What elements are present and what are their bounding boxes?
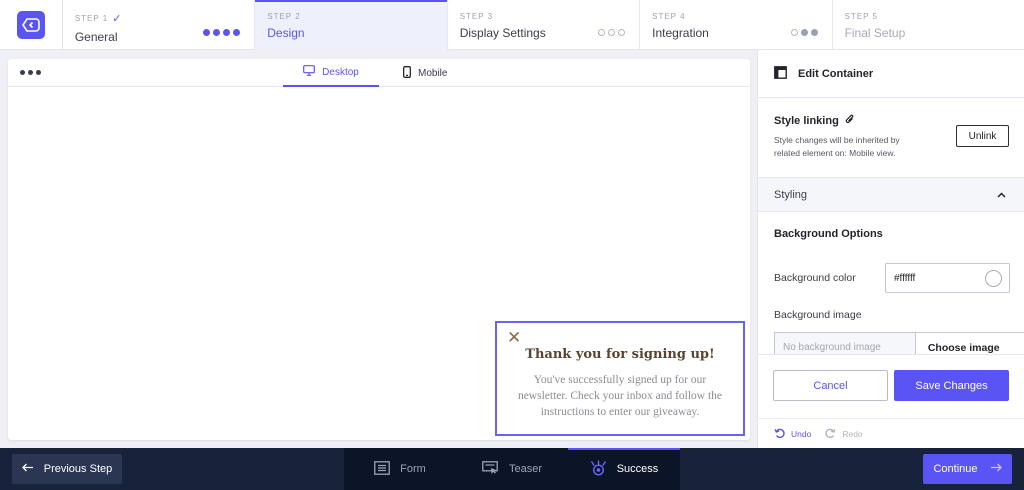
success-popup[interactable]: ✕ Thank you for signing up! You've succe… (495, 321, 745, 436)
background-image-row: No background image Choose image (774, 332, 1024, 354)
progress-dot (233, 29, 241, 36)
desktop-icon (303, 65, 316, 79)
preview-toolbar: Desktop Mobile (8, 59, 750, 87)
redo-button[interactable]: Redo (825, 428, 863, 440)
style-linking-section: Style linking Style changes will be inhe… (758, 98, 1024, 178)
background-image-field[interactable]: No background image (774, 332, 916, 354)
cancel-button[interactable]: Cancel (773, 370, 888, 401)
undo-icon (774, 428, 785, 440)
step-title: Design (267, 26, 305, 40)
step-bar: STEP 1 ✓ General STEP 2 Design STEP 3 Di… (0, 0, 1024, 50)
style-linking-description: Style changes will be inherited by relat… (774, 135, 900, 158)
step-display-settings[interactable]: STEP 3 Display Settings (446, 0, 639, 50)
logo-cell[interactable] (0, 0, 62, 50)
preview-canvas: Desktop Mobile ✕ Thank you for signing u… (8, 59, 750, 440)
panel-actions: Cancel Save Changes (758, 354, 1024, 418)
styling-section-toggle[interactable]: Styling (758, 178, 1024, 212)
choose-image-button[interactable]: Choose image (915, 332, 1024, 354)
step-number-label: STEP 4 (652, 12, 686, 21)
progress-dots (790, 29, 818, 36)
container-icon (774, 65, 787, 82)
progress-dot (810, 29, 818, 36)
previous-step-button[interactable]: Previous Step (12, 454, 122, 484)
progress-dot (608, 29, 616, 36)
tab-mobile[interactable]: Mobile (403, 59, 447, 87)
continue-button[interactable]: Continue (923, 454, 1012, 484)
progress-dot (213, 29, 221, 36)
progress-dot (203, 29, 211, 36)
history-controls: Undo Redo (758, 418, 1024, 448)
progress-dot (598, 29, 606, 36)
unlink-button[interactable]: Unlink (956, 125, 1009, 147)
teaser-icon (482, 460, 499, 478)
step-design[interactable]: STEP 2 Design (254, 0, 448, 50)
style-linking-heading: Style linking (774, 114, 855, 128)
progress-dot (223, 29, 231, 36)
step-number-label: STEP 5 (844, 12, 878, 21)
previous-step-label: Previous Step (43, 463, 113, 475)
arrow-left-icon (21, 463, 34, 475)
panel-title: Edit Container (798, 67, 874, 80)
bottom-bar: Previous Step Form Teaser Success Contin… (0, 448, 1024, 490)
success-icon (590, 460, 607, 479)
background-image-label: Background image (774, 309, 862, 321)
step-title: Final Setup (844, 26, 906, 40)
chevron-up-icon (997, 189, 1006, 201)
step-number-label: STEP 3 (459, 12, 494, 21)
view-tabs: Form Teaser Success (344, 448, 680, 490)
popup-title: Thank you for signing up! (525, 347, 715, 362)
continue-label: Continue (933, 463, 978, 475)
tab-teaser-label: Teaser (508, 463, 543, 475)
styling-label: Styling (774, 188, 808, 201)
background-color-field[interactable]: #ffffff (885, 263, 1010, 293)
undo-button[interactable]: Undo (774, 428, 811, 440)
tab-teaser[interactable]: Teaser (456, 448, 568, 490)
popup-body: You've successfully signed up for our ne… (517, 374, 723, 418)
tab-form[interactable]: Form (344, 448, 456, 490)
step-final-setup[interactable]: STEP 5 Final Setup (831, 0, 1024, 50)
mobile-icon (403, 65, 411, 81)
progress-dot (800, 29, 808, 36)
save-changes-button[interactable]: Save Changes (894, 370, 1009, 401)
tab-mobile-label: Mobile (418, 67, 448, 79)
tab-form-label: Form (400, 463, 426, 475)
progress-dots (598, 29, 626, 36)
color-swatch[interactable] (985, 269, 1002, 287)
step-integration[interactable]: STEP 4 Integration (639, 0, 831, 50)
progress-dot (618, 29, 626, 36)
tab-desktop[interactable]: Desktop (283, 59, 379, 87)
step-number-label: STEP 2 (267, 12, 301, 21)
step-general[interactable]: STEP 1 ✓ General (61, 0, 254, 50)
progress-dot (790, 29, 798, 36)
arrow-right-icon (990, 463, 1002, 475)
progress-dots (203, 29, 241, 36)
logo-icon[interactable] (16, 11, 45, 39)
tab-success[interactable]: Success (568, 448, 680, 490)
paperclip-icon (845, 114, 855, 128)
tab-desktop-label: Desktop (322, 66, 359, 78)
panel-header: Edit Container (758, 50, 1024, 98)
check-icon: ✓ (112, 13, 122, 25)
step-number: STEP 1 ✓ (75, 12, 254, 25)
background-options-title: Background Options (774, 228, 883, 240)
tab-success-label: Success (616, 463, 659, 475)
more-icon[interactable] (20, 70, 41, 75)
background-color-label: Background color (774, 272, 856, 284)
redo-icon (825, 428, 836, 440)
background-color-value: #ffffff (894, 272, 916, 284)
close-icon[interactable]: ✕ (507, 328, 521, 348)
step-number-label: STEP 1 (74, 14, 109, 23)
style-linking-title: Style linking (774, 115, 839, 127)
form-icon (374, 460, 391, 478)
undo-label: Undo (791, 428, 812, 439)
redo-label: Redo (842, 428, 863, 439)
edit-panel: Edit Container Style linking Style chang… (757, 50, 1024, 448)
